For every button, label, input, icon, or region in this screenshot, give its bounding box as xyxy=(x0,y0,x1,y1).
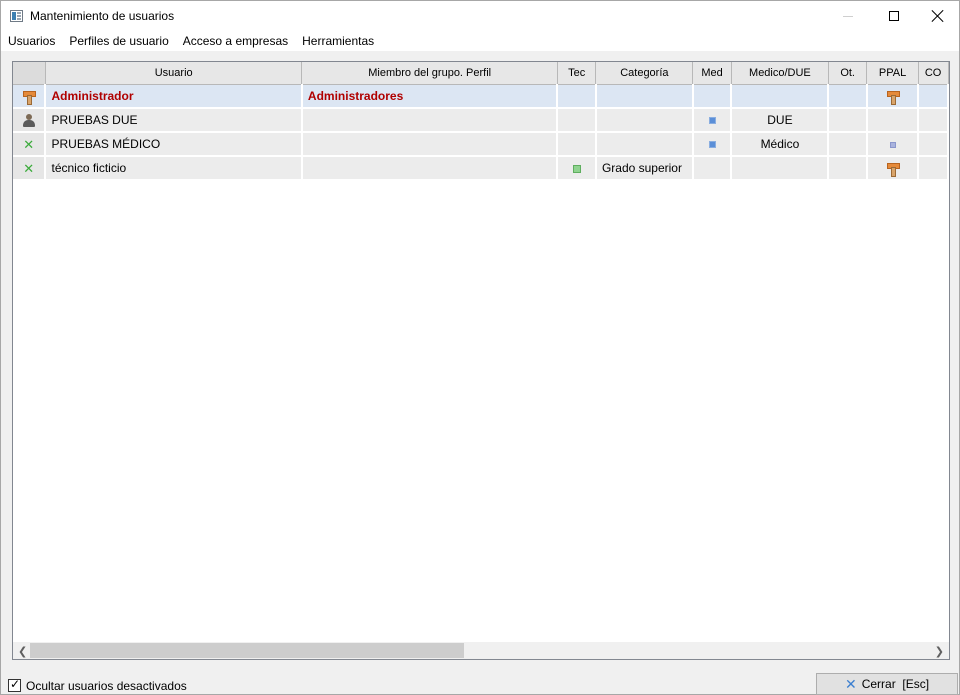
cell-ppal[interactable] xyxy=(866,132,920,157)
window-title: Mantenimiento de usuarios xyxy=(30,9,175,23)
cell-co[interactable] xyxy=(918,132,949,157)
cell-med[interactable] xyxy=(692,108,733,133)
cell-categoria[interactable] xyxy=(595,108,694,133)
menu-acceso-a-empresas[interactable]: Acceso a empresas xyxy=(176,34,295,48)
green-square-icon xyxy=(572,164,581,173)
column-header-med[interactable]: Med xyxy=(692,62,732,85)
cell-ot[interactable] xyxy=(828,108,868,133)
menu-usuarios[interactable]: Usuarios xyxy=(1,34,62,48)
cell-tec[interactable] xyxy=(557,84,597,109)
footer-bar: ✓ Ocultar usuarios desactivados ✕ Cerrar… xyxy=(1,671,959,695)
title-bar: Mantenimiento de usuarios xyxy=(1,1,959,31)
lilac-square-icon xyxy=(889,141,896,148)
column-header-tec[interactable]: Tec xyxy=(557,62,597,85)
scroll-left-arrow-icon[interactable]: ❮ xyxy=(18,645,27,658)
column-header-ppal[interactable]: PPAL xyxy=(866,62,919,85)
minimize-icon xyxy=(843,15,853,17)
header-row: Usuario Miembro del grupo. Perfil Tec Ca… xyxy=(13,62,949,85)
cell-categoria[interactable]: Grado superior xyxy=(595,156,694,181)
cell-ppal[interactable] xyxy=(866,156,920,181)
table-row[interactable]: ✕ técnico ficticio Grado superior xyxy=(13,156,949,181)
close-button[interactable]: ✕ Cerrar [Esc] xyxy=(816,673,958,695)
blue-square-icon xyxy=(708,141,716,149)
close-icon xyxy=(932,10,944,22)
menu-herramientas[interactable]: Herramientas xyxy=(295,34,381,48)
cell-co[interactable] xyxy=(918,84,949,109)
cell-co[interactable] xyxy=(918,156,949,181)
column-header-ot[interactable]: Ot. xyxy=(828,62,868,85)
blue-square-icon xyxy=(708,117,716,125)
column-header-miembro[interactable]: Miembro del grupo. Perfil xyxy=(301,62,558,85)
hide-disabled-users-label[interactable]: Ocultar usuarios desactivados xyxy=(26,679,187,693)
cell-categoria[interactable] xyxy=(595,132,694,157)
cell-medico-due[interactable] xyxy=(731,84,830,109)
cell-medico-due[interactable]: DUE xyxy=(731,108,830,133)
hide-disabled-users-checkbox[interactable]: ✓ xyxy=(8,677,21,692)
cell-tec[interactable] xyxy=(557,156,597,181)
hammer-icon xyxy=(886,162,900,177)
close-x-icon: ✕ xyxy=(844,676,857,692)
table-row[interactable]: ✕ PRUEBAS MÉDICO Médico xyxy=(13,132,949,157)
cell-tec[interactable] xyxy=(557,132,597,157)
hammer-icon xyxy=(886,90,900,105)
scrollbar-thumb[interactable] xyxy=(30,643,464,658)
column-header-co[interactable]: CO xyxy=(918,62,949,85)
cell-usuario[interactable]: PRUEBAS DUE xyxy=(45,108,303,133)
maximize-icon xyxy=(889,11,899,21)
cell-med[interactable] xyxy=(692,156,733,181)
cell-miembro[interactable] xyxy=(301,108,559,133)
main-window: Mantenimiento de usuarios Usuarios Perfi… xyxy=(0,0,960,695)
minimize-button[interactable] xyxy=(825,1,871,31)
cell-usuario[interactable]: Administrador xyxy=(45,84,303,109)
cell-ot[interactable] xyxy=(828,132,868,157)
cell-med[interactable] xyxy=(692,132,733,157)
users-table: Usuario Miembro del grupo. Perfil Tec Ca… xyxy=(13,62,949,181)
cell-ot[interactable] xyxy=(828,84,868,109)
cell-usuario[interactable]: técnico ficticio xyxy=(45,156,303,181)
user-icon xyxy=(22,114,35,128)
cell-ot[interactable] xyxy=(828,156,868,181)
cell-categoria[interactable] xyxy=(595,84,694,109)
menu-bar: Usuarios Perfiles de usuario Acceso a em… xyxy=(1,31,959,51)
cell-usuario[interactable]: PRUEBAS MÉDICO xyxy=(45,132,303,157)
column-header-usuario[interactable]: Usuario xyxy=(45,62,303,85)
cell-med[interactable] xyxy=(692,84,733,109)
app-icon xyxy=(10,10,23,22)
menu-perfiles-de-usuario[interactable]: Perfiles de usuario xyxy=(62,34,175,48)
admin-hammer-icon xyxy=(22,90,36,105)
cell-tec[interactable] xyxy=(557,108,597,133)
table-row[interactable]: Administrador Administradores xyxy=(13,84,949,109)
cell-medico-due[interactable]: Médico xyxy=(731,132,830,157)
scroll-right-arrow-icon[interactable]: ❯ xyxy=(935,645,944,658)
column-header-medico-due[interactable]: Medico/DUE xyxy=(731,62,829,85)
users-grid[interactable]: Usuario Miembro del grupo. Perfil Tec Ca… xyxy=(12,61,950,660)
green-x-icon: ✕ xyxy=(23,160,35,176)
cell-co[interactable] xyxy=(918,108,949,133)
green-x-icon: ✕ xyxy=(23,136,35,152)
close-window-button[interactable] xyxy=(915,1,960,31)
table-row[interactable]: PRUEBAS DUE DUE xyxy=(13,108,949,133)
cell-ppal[interactable] xyxy=(866,84,920,109)
cell-miembro[interactable] xyxy=(301,132,559,157)
cell-miembro[interactable] xyxy=(301,156,559,181)
column-header-categoria[interactable]: Categoría xyxy=(595,62,694,85)
cell-medico-due[interactable] xyxy=(731,156,830,181)
maximize-button[interactable] xyxy=(871,1,917,31)
row-selector-header[interactable] xyxy=(13,62,46,85)
close-button-label: Cerrar [Esc] xyxy=(861,677,930,691)
horizontal-scrollbar[interactable]: ❮ ❯ xyxy=(13,642,949,659)
cell-miembro[interactable]: Administradores xyxy=(301,84,559,109)
cell-ppal[interactable] xyxy=(866,108,920,133)
checkmark-icon: ✓ xyxy=(10,677,21,691)
